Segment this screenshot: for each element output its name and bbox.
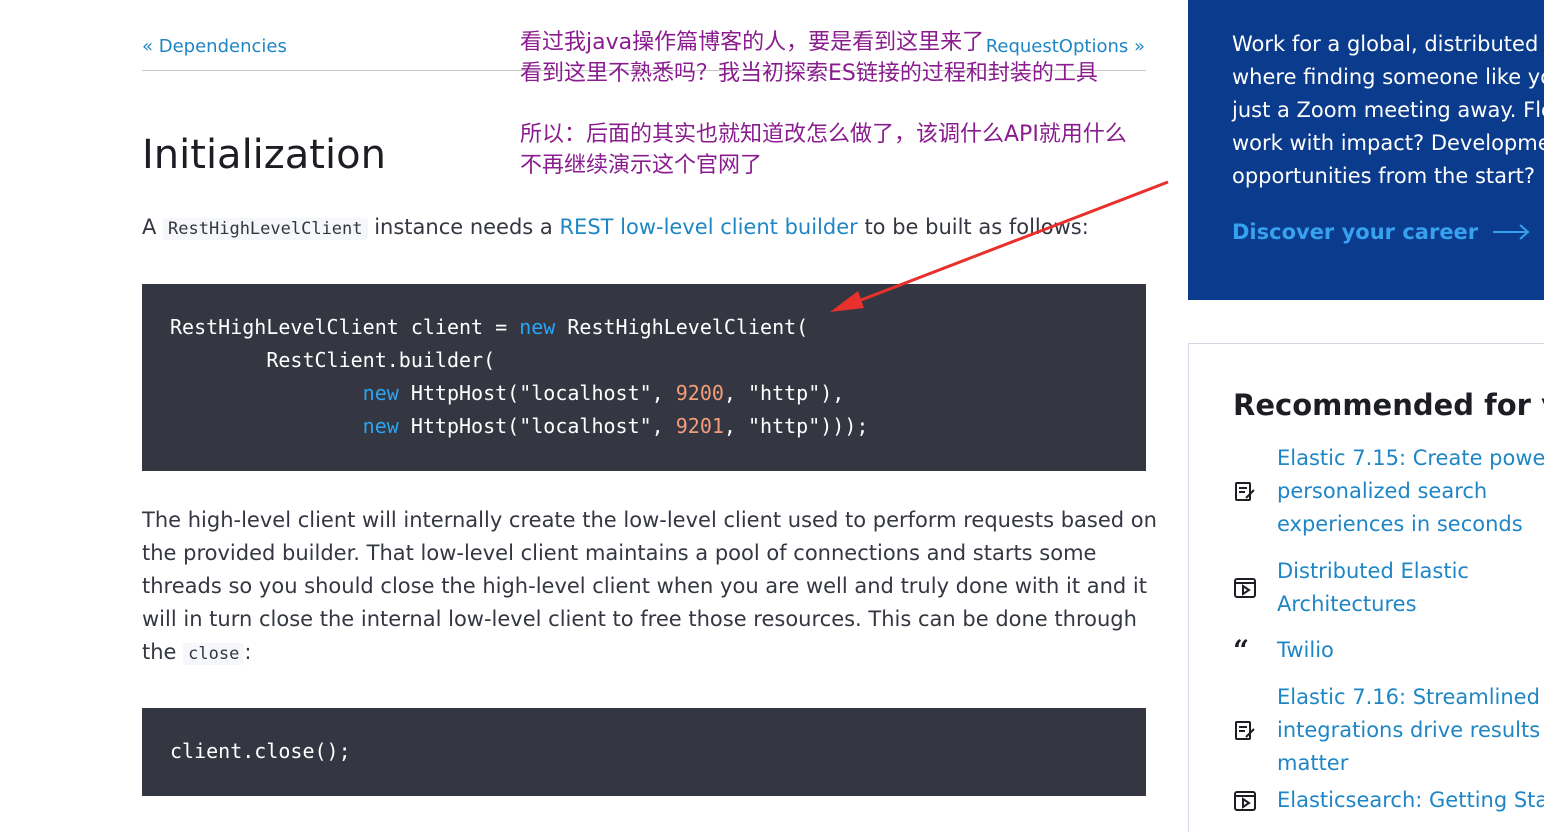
blog-icon: [1233, 480, 1257, 504]
career-promo-text: Work for a global, distributed t where f…: [1232, 32, 1544, 188]
career-promo-card: Work for a global, distributed t where f…: [1188, 0, 1544, 300]
video-icon: [1233, 576, 1257, 600]
recommended-item[interactable]: Elastic 7.15: Create powerf personalized…: [1233, 442, 1544, 541]
discover-career-link[interactable]: Discover your career: [1232, 220, 1531, 245]
recommended-item[interactable]: “ Twilio: [1233, 634, 1544, 667]
doc-page: « Dependencies RequestOptions » Initiali…: [0, 0, 1544, 832]
recommended-item[interactable]: Distributed Elastic Architectures: [1233, 555, 1544, 621]
arrow-right-icon: [1493, 221, 1531, 245]
recommended-item[interactable]: Elastic 7.16: Streamlined d integrations…: [1233, 681, 1544, 780]
quote-icon: “: [1233, 633, 1250, 667]
recommended-card: Recommended for yo Elastic 7.15: Create …: [1188, 343, 1544, 832]
recommended-title: Recommended for yo: [1233, 388, 1544, 422]
video-icon: [1233, 789, 1257, 813]
blog-icon: [1233, 719, 1257, 743]
recommended-item[interactable]: Elasticsearch: Getting Sta: [1233, 784, 1544, 817]
